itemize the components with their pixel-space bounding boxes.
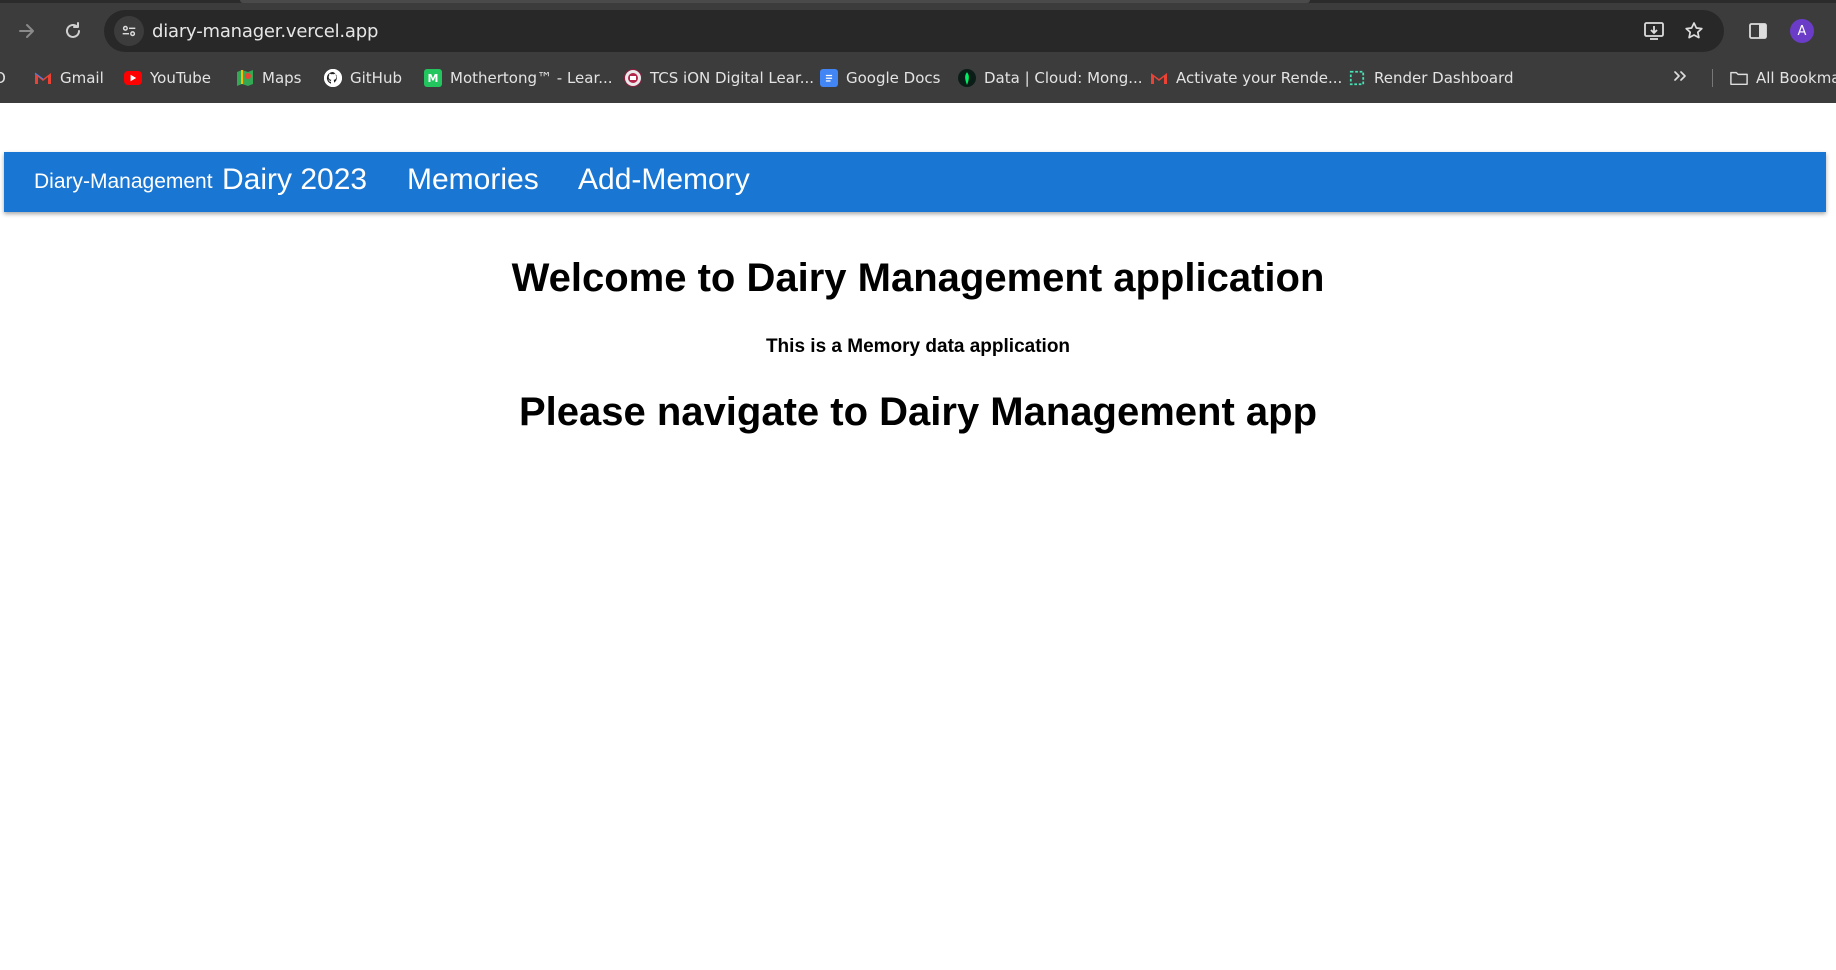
active-tab-edge (240, 0, 1310, 3)
double-chevron-right-icon (1672, 68, 1688, 88)
side-panel-icon[interactable] (1744, 18, 1772, 44)
nav-link-memories[interactable]: Memories (407, 163, 539, 197)
url-text[interactable]: diary-manager.vercel.app (152, 21, 378, 42)
arrow-right-icon (19, 24, 34, 38)
bookmarks-bar: O Gmail YouTube Maps GitHub MMothertong™… (0, 62, 1836, 94)
nav-link-add-memory[interactable]: Add-Memory (578, 163, 750, 197)
address-bar[interactable]: diary-manager.vercel.app (104, 10, 1724, 52)
mothertong-icon: M (424, 69, 442, 87)
folder-icon (1730, 69, 1748, 87)
bookmark-item[interactable]: Data | Cloud: Mong... (958, 62, 1143, 94)
profile-avatar[interactable]: A (1790, 19, 1814, 43)
bookmark-star-icon[interactable] (1680, 18, 1708, 44)
tcs-ion-icon (624, 69, 642, 87)
mongodb-icon (958, 69, 976, 87)
welcome-heading: Welcome to Dairy Management application (511, 256, 1325, 300)
github-icon (324, 69, 342, 87)
reload-button[interactable] (56, 14, 90, 48)
bookmarks-divider (1712, 69, 1713, 87)
youtube-icon (124, 71, 142, 85)
bookmark-item[interactable]: M Mothertong™ - Lear... (424, 62, 613, 94)
bookmark-item[interactable]: Gmail (34, 62, 104, 94)
reload-icon (66, 22, 80, 38)
bookmark-item[interactable]: YouTube (124, 62, 211, 94)
brand-link[interactable]: Diary-Management (34, 170, 213, 194)
gmail-icon (34, 69, 52, 87)
bookmark-truncated[interactable]: O (0, 62, 6, 94)
all-bookmarks-button[interactable]: All Bookma (1730, 62, 1836, 94)
more-bookmarks-button[interactable] (1672, 62, 1688, 94)
bookmark-item[interactable]: GitHub (324, 62, 402, 94)
maps-icon (236, 69, 254, 87)
bookmark-item[interactable]: Maps (236, 62, 301, 94)
bookmark-item[interactable]: Activate your Rende... (1150, 62, 1342, 94)
forward-button[interactable] (10, 14, 44, 48)
bookmark-item[interactable]: TCS iON Digital Lear... (624, 62, 814, 94)
gmail-icon (1150, 69, 1168, 87)
navigate-heading: Please navigate to Dairy Management app (518, 390, 1318, 434)
bookmark-item[interactable]: Google Docs (820, 62, 940, 94)
bookmark-item[interactable]: Render Dashboard (1348, 62, 1514, 94)
install-app-icon[interactable] (1640, 18, 1668, 44)
app-navbar: Diary-Management Dairy 2023 Memories Add… (4, 152, 1826, 212)
site-info-icon[interactable] (114, 16, 144, 46)
google-docs-icon (820, 69, 838, 87)
subtitle-text: This is a Memory data application (765, 336, 1071, 357)
render-icon (1348, 69, 1366, 87)
nav-link-dairy-2023[interactable]: Dairy 2023 (222, 163, 367, 197)
